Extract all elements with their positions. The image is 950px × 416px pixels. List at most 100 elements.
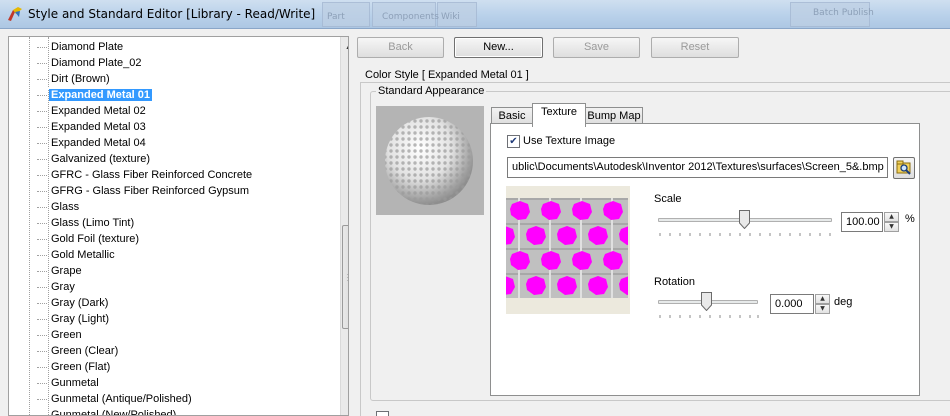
background-ghost-label: Wiki (441, 12, 460, 22)
style-tree[interactable]: Diamond Plate Diamond Plate_02 Dirt (Brown… (8, 36, 349, 416)
tree-item[interactable]: Dirt (Brown) (37, 71, 112, 87)
tree-item-label: Expanded Metal 02 (51, 105, 146, 117)
tree-connector (37, 174, 47, 176)
tree-item[interactable]: Expanded Metal 04 (37, 135, 148, 151)
tree-item[interactable]: Grape (37, 263, 84, 279)
tree-scrollbar[interactable]: ▲ ––– (340, 37, 348, 415)
tree-item-label: Green (Flat) (51, 361, 111, 373)
rotation-spinner[interactable]: ▲ ▼ (815, 294, 830, 314)
scale-value-field[interactable]: 100.00 (841, 212, 883, 232)
background-ghost-label: Part (327, 12, 345, 22)
tree-item-label: Glass (51, 201, 80, 213)
standard-appearance-title: Standard Appearance (376, 85, 487, 97)
tree-item[interactable]: Glass (Limo Tint) (37, 215, 136, 231)
tree-item[interactable]: GFRC - Glass Fiber Reinforced Concrete (37, 167, 254, 183)
material-preview (376, 106, 484, 215)
tree-item-label: Diamond Plate_02 (51, 57, 142, 69)
texture-preview (506, 186, 630, 314)
tree-connector (37, 94, 47, 96)
rotation-down-arrow-icon[interactable]: ▼ (815, 304, 830, 314)
scale-up-arrow-icon[interactable]: ▲ (884, 212, 899, 222)
tab-texture[interactable]: Texture (532, 103, 586, 127)
bottom-checkbox[interactable] (376, 411, 389, 416)
tree-connector (37, 270, 47, 272)
tree-connector (37, 142, 47, 144)
tree-connector (37, 62, 47, 64)
rotation-up-arrow-icon[interactable]: ▲ (815, 294, 830, 304)
tree-item[interactable]: Gray (37, 279, 77, 295)
tree-connector (37, 382, 47, 384)
tree-item-label: Expanded Metal 03 (51, 121, 146, 133)
tree-item[interactable]: Green (Flat) (37, 359, 112, 375)
tree-item-label: Gunmetal (Antique/Polished) (51, 393, 192, 405)
tree-connector (37, 46, 47, 48)
tree-item[interactable]: Gray (Light) (37, 311, 111, 327)
window-title: Style and Standard Editor [Library - Rea… (28, 7, 316, 21)
tree-connector (37, 398, 47, 400)
tree-item-label: Diamond Plate (51, 41, 124, 53)
tree-item[interactable]: Green (37, 327, 84, 343)
rotation-unit: deg (834, 296, 853, 308)
tree-connector (37, 334, 47, 336)
scale-down-arrow-icon[interactable]: ▼ (884, 222, 899, 232)
tree-connector (37, 190, 47, 192)
tree-connector (37, 222, 47, 224)
grip-icon: ––– (347, 271, 348, 284)
use-texture-checkbox[interactable]: ✔ (507, 135, 520, 148)
tree-item[interactable]: Gunmetal (37, 375, 101, 391)
tree-item[interactable]: Expanded Metal 01 (37, 87, 154, 103)
new-button[interactable]: New... (454, 37, 543, 58)
tree-connector (37, 110, 47, 112)
texture-path-field[interactable]: ublic\Documents\Autodesk\Inventor 2012\T… (507, 157, 888, 178)
app-icon (8, 7, 22, 21)
back-button[interactable]: Back (357, 37, 444, 58)
tree-item[interactable]: Green (Clear) (37, 343, 120, 359)
tree-connector (37, 302, 47, 304)
tree-item[interactable]: Gold Metallic (37, 247, 117, 263)
rotation-slider-thumb[interactable] (701, 292, 712, 311)
browse-button[interactable] (893, 157, 915, 179)
tree-item-label: GFRC - Glass Fiber Reinforced Concrete (51, 169, 253, 181)
tree-item[interactable]: Diamond Plate (37, 39, 125, 55)
tree-item-label: Green (Clear) (51, 345, 119, 357)
reset-button[interactable]: Reset (651, 37, 739, 58)
tree-item-label: Dirt (Brown) (51, 73, 110, 85)
scale-slider-ticks (659, 233, 831, 236)
tree-connector (37, 206, 47, 208)
style-tree-panel: Diamond Plate Diamond Plate_02 Dirt (Brown… (0, 29, 350, 416)
tree-connector (37, 78, 47, 80)
tree-connector (37, 158, 47, 160)
tree-connector (37, 318, 47, 320)
scrollbar-thumb[interactable]: ––– (342, 225, 348, 329)
tree-item-label: Gray (51, 281, 75, 293)
color-style-group-title: Color Style [ Expanded Metal 01 ] (363, 69, 531, 81)
tree-item-label: Expanded Metal 04 (51, 137, 146, 149)
background-ghost-label: Components (382, 12, 439, 22)
tree-connector (37, 350, 47, 352)
tree-item[interactable]: Diamond Plate_02 (37, 55, 144, 71)
tree-item[interactable]: Glass (37, 199, 81, 215)
rotation-value-field[interactable]: 0.000 (770, 294, 814, 314)
background-ghost-label: Batch Publish (813, 8, 874, 18)
tree-item[interactable]: Gunmetal (New/Polished) (37, 407, 178, 416)
scroll-up-arrow-icon[interactable]: ▲ (341, 37, 348, 54)
tree-item[interactable]: Expanded Metal 02 (37, 103, 148, 119)
rotation-slider-ticks (659, 315, 759, 318)
tree-connector (37, 414, 47, 415)
tree-item-label: Gold Metallic (51, 249, 115, 261)
save-button[interactable]: Save (553, 37, 640, 58)
tree-item[interactable]: Gray (Dark) (37, 295, 110, 311)
tree-item[interactable]: GFRG - Glass Fiber Reinforced Gypsum (37, 183, 251, 199)
tree-item-label: GFRG - Glass Fiber Reinforced Gypsum (51, 185, 250, 197)
tree-item-label: Green (51, 329, 82, 341)
tree-item[interactable]: Gold Foil (texture) (37, 231, 141, 247)
tree-item[interactable]: Galvanized (texture) (37, 151, 152, 167)
tree-item[interactable]: Gunmetal (Antique/Polished) (37, 391, 194, 407)
scale-slider-thumb[interactable] (739, 210, 750, 229)
tree-connector (37, 366, 47, 368)
tree-item[interactable]: Expanded Metal 03 (37, 119, 148, 135)
tree-item-label: Gunmetal (New/Polished) (51, 409, 177, 416)
rotation-label: Rotation (654, 276, 695, 288)
scale-spinner[interactable]: ▲ ▼ (884, 212, 899, 232)
use-texture-label: Use Texture Image (523, 135, 616, 147)
